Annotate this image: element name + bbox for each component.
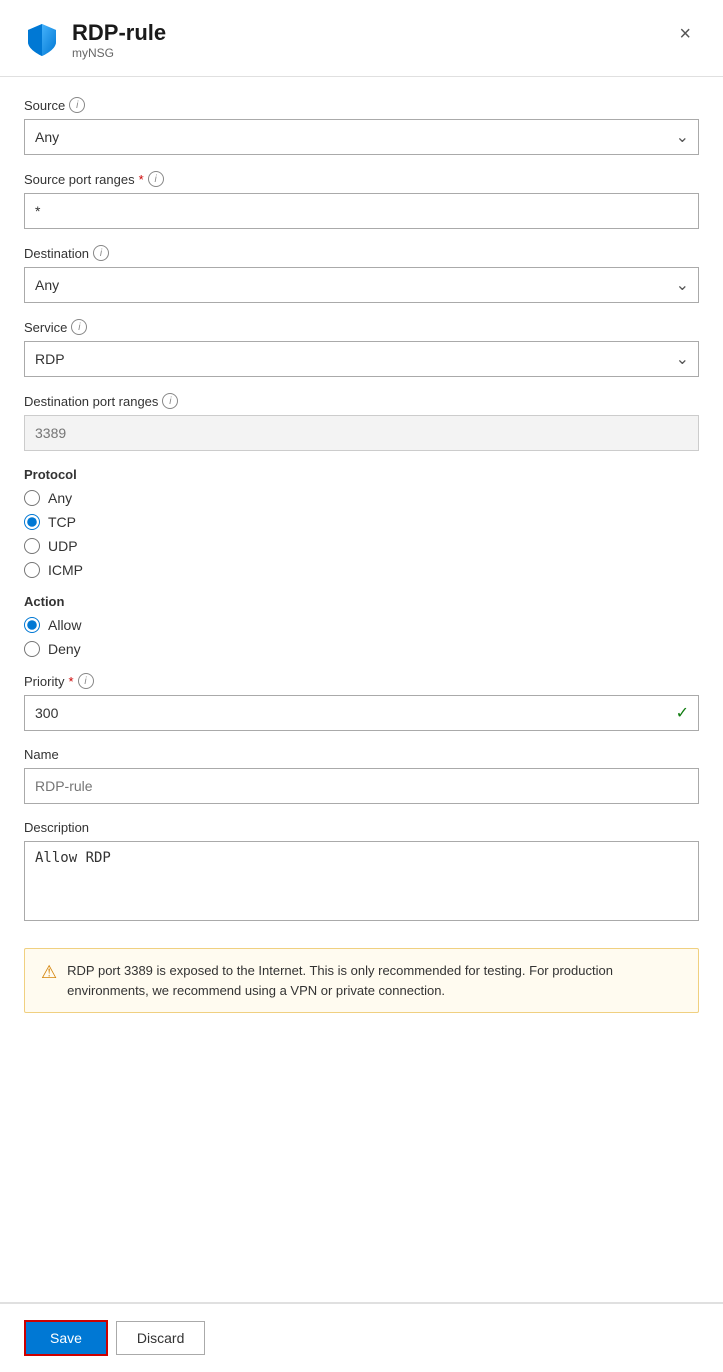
description-label: Description (24, 820, 699, 835)
source-field-group: Source i Any IP Addresses Service Tag My… (24, 97, 699, 155)
action-allow-label: Allow (48, 617, 81, 633)
source-port-field-group: Source port ranges * i (24, 171, 699, 229)
panel-subtitle: myNSG (72, 46, 166, 60)
service-info-icon[interactable]: i (71, 319, 87, 335)
priority-field-group: Priority * i ✓ (24, 673, 699, 731)
source-select-wrapper: Any IP Addresses Service Tag My IP addre… (24, 119, 699, 155)
protocol-tcp-radio[interactable] (24, 514, 40, 530)
priority-required: * (68, 674, 73, 689)
panel-footer: Save Discard (0, 1303, 723, 1372)
title-block: RDP-rule myNSG (72, 20, 166, 60)
dest-port-info-icon[interactable]: i (162, 393, 178, 409)
service-label: Service i (24, 319, 699, 335)
destination-field-group: Destination i Any IP Addresses Service T… (24, 245, 699, 303)
dest-port-field-group: Destination port ranges i (24, 393, 699, 451)
form-spacer (24, 1029, 699, 1282)
protocol-tcp-label: TCP (48, 514, 76, 530)
action-label: Action (24, 594, 699, 609)
panel-title: RDP-rule (72, 20, 166, 46)
action-deny-radio[interactable] (24, 641, 40, 657)
protocol-icmp-label: ICMP (48, 562, 83, 578)
warning-icon: ⚠ (41, 962, 57, 983)
action-field-group: Action Allow Deny (24, 594, 699, 657)
protocol-udp-label: UDP (48, 538, 78, 554)
rdp-rule-panel: RDP-rule myNSG × Source i Any IP Address… (0, 0, 723, 1372)
priority-label: Priority * i (24, 673, 699, 689)
name-field-group: Name (24, 747, 699, 804)
source-label: Source i (24, 97, 699, 113)
protocol-tcp-item[interactable]: TCP (24, 514, 699, 530)
action-radio-group: Allow Deny (24, 617, 699, 657)
protocol-udp-item[interactable]: UDP (24, 538, 699, 554)
destination-select[interactable]: Any IP Addresses Service Tag Application… (24, 267, 699, 303)
name-label: Name (24, 747, 699, 762)
action-deny-label: Deny (48, 641, 81, 657)
priority-input-wrapper: ✓ (24, 695, 699, 731)
protocol-label: Protocol (24, 467, 699, 482)
discard-button[interactable]: Discard (116, 1321, 205, 1355)
dest-port-label: Destination port ranges i (24, 393, 699, 409)
service-field-group: Service i RDP Custom HTTP HTTPS SSH MSSQ… (24, 319, 699, 377)
action-deny-item[interactable]: Deny (24, 641, 699, 657)
source-port-label: Source port ranges * i (24, 171, 699, 187)
source-port-required: * (139, 172, 144, 187)
service-select[interactable]: RDP Custom HTTP HTTPS SSH MSSQL (24, 341, 699, 377)
header-left: RDP-rule myNSG (24, 20, 166, 60)
destination-label: Destination i (24, 245, 699, 261)
protocol-any-item[interactable]: Any (24, 490, 699, 506)
dest-port-input (24, 415, 699, 451)
action-allow-radio[interactable] (24, 617, 40, 633)
panel-header: RDP-rule myNSG × (0, 0, 723, 76)
source-select[interactable]: Any IP Addresses Service Tag My IP addre… (24, 119, 699, 155)
service-select-wrapper: RDP Custom HTTP HTTPS SSH MSSQL ⌄ (24, 341, 699, 377)
source-port-input[interactable] (24, 193, 699, 229)
protocol-icmp-item[interactable]: ICMP (24, 562, 699, 578)
protocol-any-label: Any (48, 490, 72, 506)
warning-box: ⚠ RDP port 3389 is exposed to the Intern… (24, 948, 699, 1013)
source-info-icon[interactable]: i (69, 97, 85, 113)
close-button[interactable]: × (671, 20, 699, 48)
protocol-udp-radio[interactable] (24, 538, 40, 554)
warning-text: RDP port 3389 is exposed to the Internet… (67, 961, 682, 1000)
destination-info-icon[interactable]: i (93, 245, 109, 261)
action-allow-item[interactable]: Allow (24, 617, 699, 633)
save-button[interactable]: Save (24, 1320, 108, 1356)
name-input[interactable] (24, 768, 699, 804)
protocol-icmp-radio[interactable] (24, 562, 40, 578)
protocol-radio-group: Any TCP UDP ICMP (24, 490, 699, 578)
priority-check-icon: ✓ (676, 703, 689, 723)
form-body: Source i Any IP Addresses Service Tag My… (0, 77, 723, 1302)
protocol-field-group: Protocol Any TCP UDP ICMP (24, 467, 699, 578)
destination-select-wrapper: Any IP Addresses Service Tag Application… (24, 267, 699, 303)
shield-icon (24, 22, 60, 58)
description-textarea[interactable]: Allow RDP (24, 841, 699, 921)
description-field-group: Description Allow RDP (24, 820, 699, 924)
source-port-info-icon[interactable]: i (148, 171, 164, 187)
protocol-any-radio[interactable] (24, 490, 40, 506)
priority-info-icon[interactable]: i (78, 673, 94, 689)
priority-input[interactable] (24, 695, 699, 731)
